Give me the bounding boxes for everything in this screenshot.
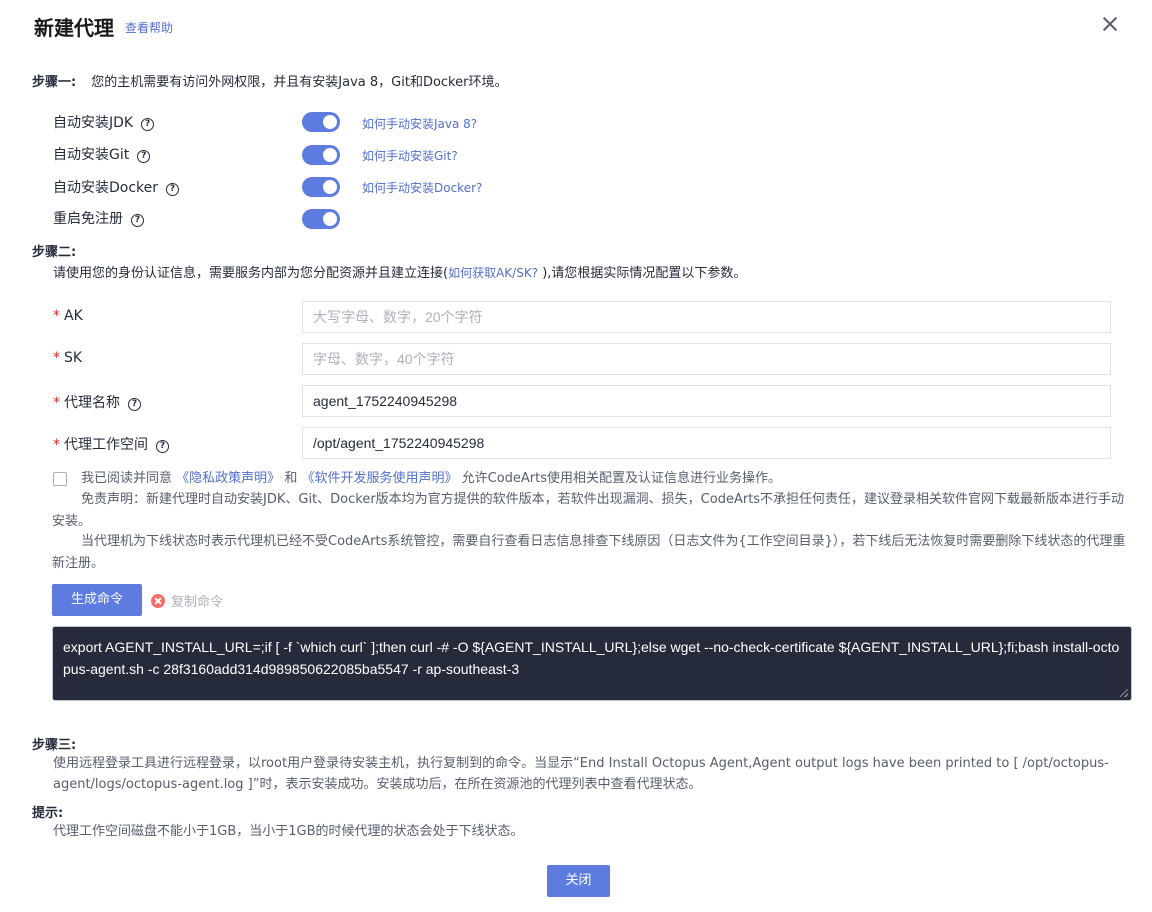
toggle-docker-text: 自动安装Docker xyxy=(53,180,159,196)
agent-name-input[interactable] xyxy=(302,385,1111,417)
toggle-restart-text: 重启免注册 xyxy=(53,211,123,227)
help-question-icon[interactable]: ? xyxy=(141,118,155,131)
agreement-and: 和 xyxy=(284,471,298,486)
ak-input[interactable] xyxy=(302,301,1111,333)
step3-label: 步骤三: xyxy=(32,738,77,753)
step1-row: 步骤一: 您的主机需要有访问外网权限，并且有安装Java 8，Git和Docke… xyxy=(32,71,507,90)
privacy-policy-link[interactable]: 《隐私政策声明》 xyxy=(176,471,280,486)
field-label-sk-text: SK xyxy=(64,350,83,366)
help-question-icon[interactable]: ? xyxy=(166,183,180,196)
offline-note-text: 当代理机为下线状态时表示代理机已经不受CodeArts系统管控，需要自行查看日志… xyxy=(52,534,1126,571)
close-button[interactable]: 关闭 xyxy=(547,865,610,897)
field-label-agent-name: * 代理名称? xyxy=(53,392,141,412)
toggle-restart-no-register[interactable] xyxy=(302,209,340,229)
help-question-icon[interactable]: ? xyxy=(137,150,151,163)
field-label-agent-name-text: 代理名称 xyxy=(64,395,120,411)
link-get-ak-sk[interactable]: 如何获取AK/SK? xyxy=(448,266,538,280)
toggle-jdk-text: 自动安装JDK xyxy=(53,115,134,131)
service-statement-link[interactable]: 《软件开发服务使用声明》 xyxy=(301,471,457,486)
toggle-auto-install-docker[interactable] xyxy=(302,177,340,197)
copy-command-button[interactable]: 复制命令 xyxy=(151,591,223,610)
help-question-icon[interactable]: ? xyxy=(128,398,141,411)
command-text: export AGENT_INSTALL_URL=;if [ -f `which… xyxy=(63,639,1120,677)
toggle-knob xyxy=(323,180,337,194)
toggle-label-jdk: 自动安装JDK? xyxy=(53,112,155,132)
toggle-knob xyxy=(323,212,337,226)
agreement-text: 我已阅读并同意 《隐私政策声明》 和 《软件开发服务使用声明》 允许CodeAr… xyxy=(81,468,781,490)
help-link[interactable]: 查看帮助 xyxy=(125,19,173,36)
step1-label: 步骤一: xyxy=(32,75,77,90)
dialog-title: 新建代理 xyxy=(34,16,114,40)
link-manual-docker[interactable]: 如何手动安装Docker? xyxy=(362,179,482,196)
required-mark: * xyxy=(53,350,60,366)
generate-command-button[interactable]: 生成命令 xyxy=(52,584,142,616)
copy-command-label: 复制命令 xyxy=(171,595,224,610)
disclaimer-text: 免责声明：新建代理时自动安装JDK、Git、Docker版本均为官方提供的软件版… xyxy=(52,492,1125,529)
tip-label: 提示: xyxy=(32,806,64,821)
toggle-knob xyxy=(323,148,337,162)
field-label-workspace-text: 代理工作空间 xyxy=(64,437,148,453)
workspace-input[interactable] xyxy=(302,427,1111,459)
step2-text-before: 请使用您的身份认证信息，需要服务内部为您分配资源并且建立连接( xyxy=(53,266,449,281)
toggle-auto-install-jdk[interactable] xyxy=(302,112,340,132)
toggle-knob xyxy=(323,115,337,129)
step1-text: 您的主机需要有访问外网权限，并且有安装Java 8，Git和Docker环境。 xyxy=(91,75,508,90)
link-manual-git[interactable]: 如何手动安装Git? xyxy=(362,147,458,164)
close-icon[interactable] xyxy=(1098,12,1122,36)
agreement-checkbox[interactable] xyxy=(53,472,67,486)
toggle-label-git: 自动安装Git? xyxy=(53,144,151,164)
field-label-sk: * SK xyxy=(53,350,82,366)
field-label-ak: * AK xyxy=(53,308,83,324)
toggle-auto-install-git[interactable] xyxy=(302,145,340,165)
error-icon xyxy=(151,594,165,608)
toggle-label-restart: 重启免注册? xyxy=(53,208,144,228)
required-mark: * xyxy=(53,395,60,411)
link-manual-java[interactable]: 如何手动安装Java 8? xyxy=(362,115,477,132)
agreement-prefix: 我已阅读并同意 xyxy=(81,471,173,486)
step2-text: 请使用您的身份认证信息，需要服务内部为您分配资源并且建立连接(如何获取AK/SK… xyxy=(53,262,746,281)
agreement-suffix: 允许CodeArts使用相关配置及认证信息进行业务操作。 xyxy=(461,471,782,486)
step2-text-after: ),请您根据实际情况配置以下参数。 xyxy=(538,266,747,281)
toggle-label-docker: 自动安装Docker? xyxy=(53,177,180,197)
step2-label: 步骤二: xyxy=(32,245,77,260)
step3-text: 使用远程登录工具进行远程登录，以root用户登录待安装主机，执行复制到的命令。当… xyxy=(53,756,1109,792)
command-textarea[interactable]: export AGENT_INSTALL_URL=;if [ -f `which… xyxy=(52,626,1132,701)
required-mark: * xyxy=(53,437,60,453)
sk-input[interactable] xyxy=(302,343,1111,375)
field-label-ak-text: AK xyxy=(64,308,83,324)
tip-text: 代理工作空间磁盘不能小于1GB，当小于1GB的时候代理的状态会处于下线状态。 xyxy=(53,824,524,839)
toggle-git-text: 自动安装Git xyxy=(53,147,130,163)
resize-handle[interactable] xyxy=(1120,689,1128,697)
help-question-icon[interactable]: ? xyxy=(156,440,169,453)
field-label-workspace: * 代理工作空间? xyxy=(53,434,169,454)
required-mark: * xyxy=(53,308,60,324)
help-question-icon[interactable]: ? xyxy=(131,214,144,227)
